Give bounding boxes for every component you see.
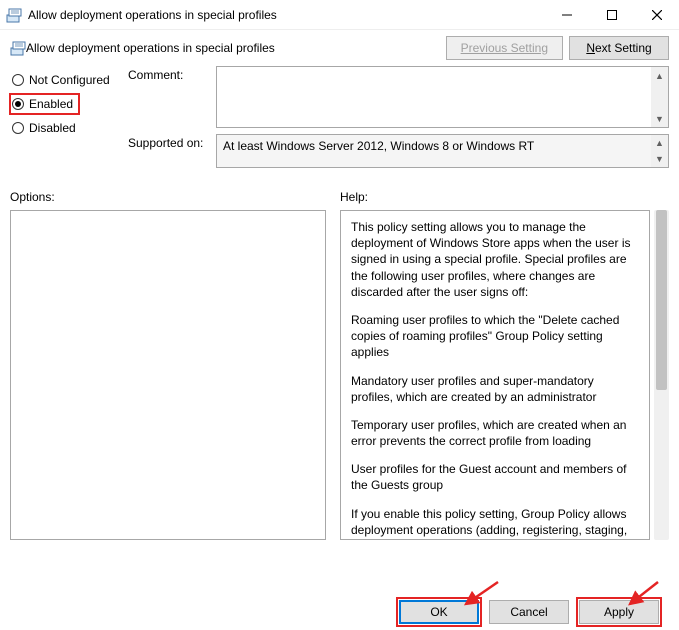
- radio-label: Not Configured: [29, 73, 110, 87]
- help-scrollbar[interactable]: [654, 210, 669, 540]
- scroll-down-icon[interactable]: ▼: [651, 110, 668, 127]
- help-text: Mandatory user profiles and super-mandat…: [351, 373, 639, 405]
- help-text: If you enable this policy setting, Group…: [351, 506, 639, 540]
- radio-not-configured[interactable]: Not Configured: [10, 70, 128, 90]
- ok-button[interactable]: OK: [399, 600, 479, 624]
- radio-icon: [12, 74, 24, 86]
- scrollbar[interactable]: ▲ ▼: [651, 67, 668, 127]
- minimize-button[interactable]: [544, 0, 589, 30]
- header-row: Allow deployment operations in special p…: [0, 30, 679, 66]
- help-pane[interactable]: This policy setting allows you to manage…: [340, 210, 650, 540]
- radio-icon: [12, 122, 24, 134]
- close-button[interactable]: [634, 0, 679, 30]
- options-label: Options:: [10, 190, 340, 204]
- radio-icon: [12, 98, 24, 110]
- cancel-button[interactable]: Cancel: [489, 600, 569, 624]
- scrollbar-thumb[interactable]: [656, 210, 667, 390]
- comment-label: Comment:: [128, 66, 216, 82]
- title-bar: Allow deployment operations in special p…: [0, 0, 679, 30]
- policy-name: Allow deployment operations in special p…: [26, 41, 275, 55]
- help-text: Temporary user profiles, which are creat…: [351, 417, 639, 449]
- options-pane: [10, 210, 326, 540]
- app-icon: [6, 7, 22, 23]
- help-text: Roaming user profiles to which the "Dele…: [351, 312, 639, 361]
- previous-setting-button: Previous Setting: [446, 36, 563, 60]
- supported-on-value: At least Windows Server 2012, Windows 8 …: [216, 134, 669, 168]
- help-text: User profiles for the Guest account and …: [351, 461, 639, 493]
- apply-button[interactable]: Apply: [579, 600, 659, 624]
- policy-icon: [10, 40, 26, 56]
- scroll-down-icon: ▼: [651, 151, 668, 167]
- policy-label: Allow deployment operations in special p…: [10, 40, 440, 56]
- radio-label: Enabled: [29, 97, 73, 111]
- scroll-up-icon: ▲: [651, 135, 668, 151]
- scroll-up-icon[interactable]: ▲: [651, 67, 668, 84]
- supported-on-label: Supported on:: [128, 134, 216, 150]
- window-title: Allow deployment operations in special p…: [28, 8, 544, 22]
- state-radios: Not Configured Enabled Disabled: [10, 66, 128, 174]
- radio-label: Disabled: [29, 121, 76, 135]
- scrollbar: ▲ ▼: [651, 135, 668, 167]
- comment-input[interactable]: ▲ ▼: [216, 66, 669, 128]
- maximize-button[interactable]: [589, 0, 634, 30]
- radio-enabled[interactable]: Enabled: [10, 94, 73, 114]
- radio-disabled[interactable]: Disabled: [10, 118, 128, 138]
- help-text: This policy setting allows you to manage…: [351, 219, 639, 300]
- next-setting-button[interactable]: Next Setting: [569, 36, 669, 60]
- help-label: Help:: [340, 190, 368, 204]
